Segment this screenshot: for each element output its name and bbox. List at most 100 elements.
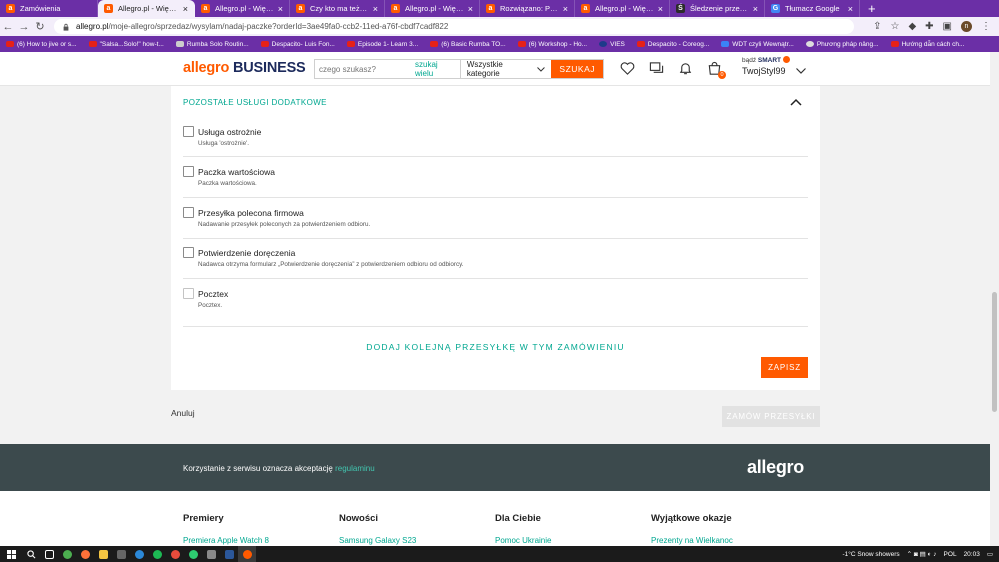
- firefox-icon[interactable]: [76, 546, 94, 562]
- terms-link[interactable]: regulaminu: [335, 464, 375, 473]
- close-tab-icon[interactable]: ×: [563, 4, 568, 14]
- browser-tab[interactable]: a Czy kto ma też kłopot ×: [290, 0, 385, 17]
- file-explorer-icon[interactable]: [94, 546, 112, 562]
- notifications-icon[interactable]: ▭: [987, 550, 993, 558]
- footer-allegro-logo[interactable]: allegro: [747, 457, 804, 478]
- heart-icon[interactable]: [620, 61, 635, 76]
- bookmark-item[interactable]: WDT czyli Wewnątr...: [721, 41, 794, 48]
- new-tab-button[interactable]: +: [860, 0, 884, 17]
- bookmark-item[interactable]: Phương pháp nâng...: [805, 41, 879, 48]
- app-icon[interactable]: [202, 546, 220, 562]
- chevron-up-icon[interactable]: [790, 98, 802, 106]
- app-icon[interactable]: [112, 546, 130, 562]
- app-icon[interactable]: [166, 546, 184, 562]
- save-button[interactable]: ZAPISZ: [761, 357, 808, 378]
- checkbox[interactable]: [183, 288, 194, 299]
- checkbox[interactable]: [183, 247, 194, 258]
- youtube-icon: [890, 41, 899, 47]
- option-paczka-wartosciowa: Paczka wartościowa Paczka wartościowa.: [183, 166, 808, 198]
- close-tab-icon[interactable]: ×: [183, 4, 188, 14]
- chevron-down-icon: [795, 68, 806, 74]
- bookmark-item[interactable]: VIES: [599, 41, 625, 48]
- bookmark-star-icon[interactable]: ☆: [890, 21, 899, 32]
- browser-tab[interactable]: a Allegro.pl - Więcej niż ×: [575, 0, 670, 17]
- browser-tab[interactable]: G Tłumacz Google ×: [765, 0, 860, 17]
- close-tab-icon[interactable]: ×: [373, 4, 378, 14]
- browser-tab[interactable]: Ś Śledzenie przesyłek In ×: [670, 0, 765, 17]
- browser-tab[interactable]: a Rozwiązano: Przy prób ×: [480, 0, 575, 17]
- add-shipment-link[interactable]: DODAJ KOLEJNĄ PRZESYŁKĘ W TYM ZAMÓWIENIU: [171, 342, 820, 352]
- username: TwojStyl99: [742, 66, 786, 76]
- app-icon[interactable]: [130, 546, 148, 562]
- chrome-active-icon[interactable]: [238, 546, 256, 562]
- footer-link[interactable]: Samsung Galaxy S23: [339, 536, 416, 545]
- page-scrollbar[interactable]: [990, 52, 999, 546]
- bell-icon[interactable]: [678, 61, 693, 76]
- youtube-icon: [260, 41, 269, 47]
- checkbox[interactable]: [183, 166, 194, 177]
- windows-taskbar: -1°C Snow showers ⌃ ◙ ▤ ◐ ♪ POL 20:03 ▭: [0, 546, 999, 562]
- extensions-puzzle-icon[interactable]: ✚: [925, 21, 933, 32]
- footer-link[interactable]: Prezenty na Wielkanoc: [651, 536, 733, 545]
- bookmark-item[interactable]: Despacito - Coreog...: [636, 41, 709, 48]
- forward-icon[interactable]: →: [16, 21, 32, 33]
- youtube-icon: [517, 41, 526, 47]
- language-indicator[interactable]: POL: [944, 551, 957, 558]
- spotify-icon[interactable]: [148, 546, 166, 562]
- app-icon[interactable]: [220, 546, 238, 562]
- browser-menu-icon[interactable]: ⋮: [981, 21, 991, 32]
- bookmark-item[interactable]: Rumba Solo Routin...: [175, 41, 249, 48]
- user-menu[interactable]: bądź SMART TwojStyl99: [742, 56, 806, 76]
- browser-tab[interactable]: a Allegro.pl - Więcej niż ×: [385, 0, 480, 17]
- allegro-favicon-icon: a: [6, 4, 15, 13]
- close-tab-icon[interactable]: ×: [278, 4, 283, 14]
- allegro-favicon-icon: a: [104, 4, 113, 13]
- back-icon[interactable]: ←: [0, 21, 16, 33]
- cart-button[interactable]: 0: [707, 61, 726, 79]
- option-usluga-ostroznie: Usługa ostrożnie Usługa 'ostrożnie'.: [183, 126, 808, 157]
- bookmark-item[interactable]: Despacito- Luis Fon...: [260, 41, 335, 48]
- close-tab-icon[interactable]: ×: [468, 4, 473, 14]
- bookmark-item[interactable]: (6) How to jive or s...: [6, 41, 77, 48]
- site-icon: [175, 41, 184, 47]
- windows-start-icon[interactable]: [0, 549, 22, 559]
- reload-icon[interactable]: ↻: [32, 20, 48, 33]
- share-icon[interactable]: ⇪: [873, 21, 881, 32]
- allegro-business-logo[interactable]: allegro BUSINESS: [183, 60, 306, 76]
- bookmark-item[interactable]: Episode 1- Learn 3...: [346, 41, 418, 48]
- search-button[interactable]: SZUKAJ: [551, 60, 603, 78]
- bookmark-item[interactable]: (6) Basic Rumba TO...: [430, 41, 506, 48]
- bookmark-item[interactable]: "Salsa...Solo!" how-t...: [88, 41, 164, 48]
- close-tab-icon[interactable]: ×: [848, 4, 853, 14]
- order-shipments-button[interactable]: ZAMÓW PRZESYŁKI: [722, 406, 820, 427]
- clock[interactable]: 20:03: [964, 551, 980, 558]
- checkbox[interactable]: [183, 126, 194, 137]
- search-icon[interactable]: [22, 546, 40, 562]
- weather-widget[interactable]: -1°C Snow showers: [842, 551, 899, 558]
- browser-tab[interactable]: a Allegro.pl - Więcej niż ×: [195, 0, 290, 17]
- browser-tab-active[interactable]: a Allegro.pl - Więcej niż ×: [98, 0, 195, 17]
- scrollbar-thumb[interactable]: [992, 292, 997, 412]
- footer-link[interactable]: Pomoc Ukrainie: [495, 536, 551, 545]
- profile-avatar[interactable]: n: [961, 21, 972, 32]
- bookmark-item[interactable]: Hướng dẫn cách ch...: [890, 41, 964, 48]
- task-view-icon[interactable]: [40, 546, 58, 562]
- checkbox[interactable]: [183, 207, 194, 218]
- app-icon[interactable]: [184, 546, 202, 562]
- browser-tab[interactable]: a Zamówienia: [0, 0, 98, 17]
- close-tab-icon[interactable]: ×: [658, 4, 663, 14]
- footer-link[interactable]: Premiera Apple Watch 8: [183, 536, 269, 545]
- tray-icons[interactable]: ⌃ ◙ ▤ ◐ ♪: [907, 550, 937, 558]
- chrome-icon[interactable]: [58, 546, 76, 562]
- messages-icon[interactable]: [649, 61, 664, 76]
- address-bar[interactable]: allegro.pl/moje-allegro/sprzedaz/wysylam…: [54, 19, 854, 34]
- extension-icon[interactable]: ◆: [908, 21, 916, 32]
- side-panel-icon[interactable]: ▣: [943, 21, 952, 32]
- bookmark-item[interactable]: (6) Workshop - Ho...: [517, 41, 587, 48]
- search-many-link[interactable]: szukaj wielu: [415, 60, 461, 78]
- search-input[interactable]: [315, 60, 415, 78]
- close-tab-icon[interactable]: ×: [753, 4, 758, 14]
- category-select[interactable]: Wszystkie kategorie: [461, 60, 552, 78]
- globe-icon: [805, 41, 814, 47]
- cancel-link[interactable]: Anuluj: [171, 408, 195, 418]
